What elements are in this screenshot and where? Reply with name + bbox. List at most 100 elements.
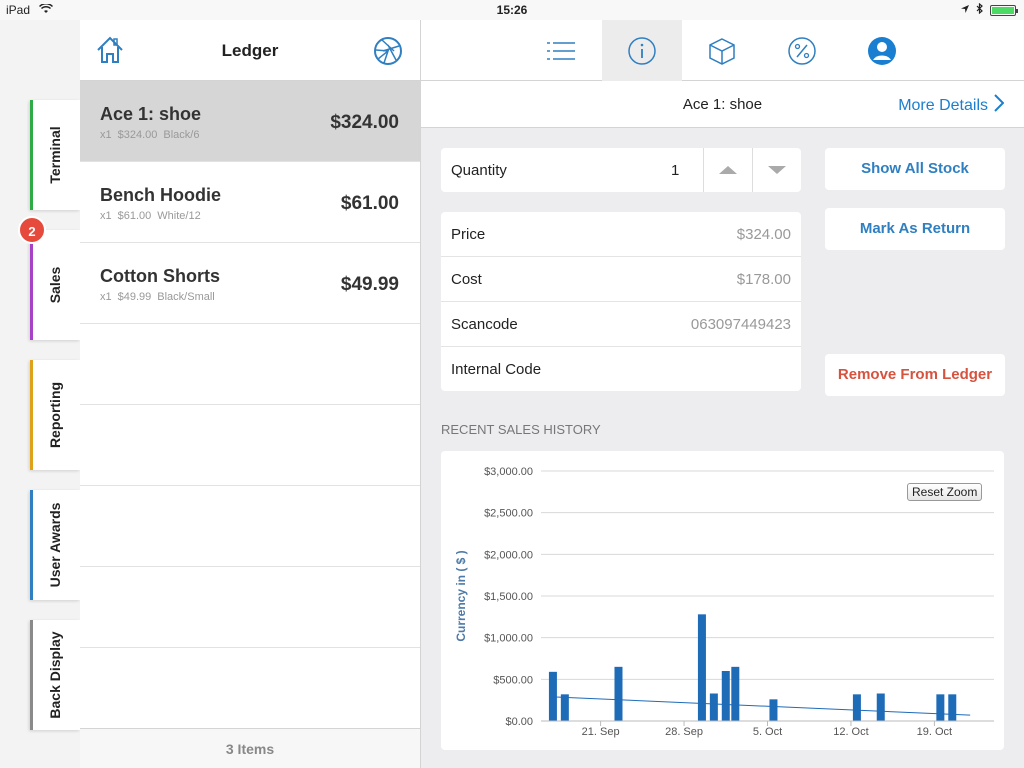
item-variant: Black/Small <box>157 291 215 303</box>
field-value: 063097449423 <box>690 316 791 333</box>
field-value: $324.00 <box>736 226 791 243</box>
chart-bar <box>852 694 861 721</box>
field-value: $178.00 <box>736 271 791 288</box>
user-icon[interactable] <box>842 20 922 81</box>
tab-label: Terminal <box>47 126 63 184</box>
empty-row <box>80 567 420 648</box>
item-variant: White/12 <box>157 210 201 222</box>
item-name: Ace 1: shoe <box>100 104 202 124</box>
item-qty: x1 <box>100 291 112 303</box>
tab-color-bar <box>30 620 33 730</box>
field-scancode[interactable]: Scancode 063097449423 <box>441 302 801 347</box>
field-label: Cost <box>451 271 482 288</box>
item-meta: x1 $324.00 Black/6 <box>100 129 205 141</box>
chart-bar <box>876 693 885 721</box>
item-meta: x1 $49.99 Black/Small <box>100 291 221 303</box>
item-name: Cotton Shorts <box>100 266 220 286</box>
tab-color-bar <box>30 100 33 210</box>
item-meta: x1 $61.00 White/12 <box>100 210 207 222</box>
empty-row <box>80 486 420 567</box>
mark-as-return-button[interactable]: Mark As Return <box>825 208 1005 250</box>
remove-from-ledger-button[interactable]: Remove From Ledger <box>825 354 1005 396</box>
field-price[interactable]: Price $324.00 <box>441 212 801 257</box>
chart-bar <box>697 614 706 721</box>
ledger-panel: Ledger Ace 1: shoe x1 $324.00 Black/6 $324… <box>80 20 421 768</box>
ledger-title: Ledger <box>221 41 279 60</box>
status-right <box>960 2 1018 17</box>
item-qty: x1 <box>100 210 112 222</box>
status-time: 15:26 <box>496 3 528 17</box>
y-tick-label: $500.00 <box>493 674 533 686</box>
arrow-down-icon <box>768 166 786 174</box>
quantity-value[interactable]: 1 <box>671 162 679 179</box>
y-tick-label: $3,000.00 <box>484 466 533 478</box>
tab-label: Reporting <box>47 381 63 449</box>
field-internal-code[interactable]: Internal Code <box>441 347 801 392</box>
chart-bar <box>721 671 730 721</box>
sales-notification-badge: 2 <box>18 216 46 244</box>
chart-bar <box>548 671 557 721</box>
info-icon[interactable] <box>602 20 682 81</box>
item-unit-price: $324.00 <box>117 129 158 141</box>
chevron-right-icon <box>994 94 1005 117</box>
arrow-up-icon <box>719 166 737 174</box>
field-cost[interactable]: Cost $178.00 <box>441 257 801 302</box>
status-bar: iPad 15:26 <box>0 0 1024 20</box>
x-tick-label: 12. Oct <box>833 726 868 738</box>
item-unit-price: $61.00 <box>117 210 152 222</box>
show-all-stock-button[interactable]: Show All Stock <box>825 148 1005 190</box>
quantity-stepper: Quantity 1 <box>441 148 801 192</box>
ledger-item[interactable]: Ace 1: shoe x1 $324.00 Black/6 $324.00 <box>80 81 420 162</box>
tab-terminal[interactable]: Terminal <box>30 100 80 210</box>
chart-bar <box>731 666 740 721</box>
tab-color-bar <box>30 360 33 470</box>
item-price: $324.00 <box>330 112 399 133</box>
percent-icon[interactable] <box>762 20 842 81</box>
field-label: Scancode <box>451 316 518 333</box>
quantity-decrease-button[interactable] <box>752 148 801 192</box>
x-tick-label: 21. Sep <box>582 726 620 738</box>
ledger-item[interactable]: Bench Hoodie x1 $61.00 White/12 $61.00 <box>80 162 420 243</box>
y-tick-label: $0.00 <box>505 716 533 728</box>
chart-bar <box>560 694 569 721</box>
box-icon[interactable] <box>682 20 762 81</box>
item-fields: Price $324.00 Cost $178.00 Scancode 0630… <box>441 212 801 391</box>
x-tick-label: 5. Oct <box>753 726 782 738</box>
side-tab-rail: Terminal Sales Reporting User Awards Bac… <box>0 20 80 768</box>
tab-reporting[interactable]: Reporting <box>30 360 80 470</box>
item-price: $61.00 <box>340 193 399 214</box>
item-variant: Black/6 <box>163 129 200 141</box>
y-tick-label: $1,000.00 <box>484 633 533 645</box>
chart-bar <box>709 693 718 721</box>
list-icon[interactable] <box>521 20 601 81</box>
tab-back-display[interactable]: Back Display <box>30 620 80 730</box>
chart-bar <box>769 699 778 721</box>
chart-bar <box>948 694 957 721</box>
item-name: Bench Hoodie <box>100 185 222 205</box>
ledger-item-count: 3 Items <box>80 728 420 768</box>
more-details-link[interactable]: More Details <box>898 94 1005 117</box>
field-label: Internal Code <box>451 361 542 378</box>
aperture-icon[interactable] <box>372 35 404 72</box>
chart-bar <box>936 694 945 721</box>
quantity-label: Quantity <box>451 162 507 179</box>
sales-history-chart: $0.00 $500.00 $1,000.00 $1,500.00 $2,000.00 $… <box>441 451 1004 750</box>
tab-label: Back Display <box>47 631 63 719</box>
tab-color-bar <box>30 230 33 340</box>
item-unit-price: $49.99 <box>117 291 152 303</box>
more-details-label: More Details <box>898 96 988 114</box>
y-tick-label: $2,500.00 <box>484 508 533 520</box>
ledger-item[interactable]: Cotton Shorts x1 $49.99 Black/Small $49.99 <box>80 243 420 324</box>
y-tick-label: $1,500.00 <box>484 591 533 603</box>
y-axis-title: Currency in ( $ ) <box>454 550 468 641</box>
empty-row <box>80 405 420 486</box>
tab-sales[interactable]: Sales <box>30 230 80 340</box>
reset-zoom-button[interactable]: Reset Zoom <box>907 483 983 501</box>
ledger-header: Ledger <box>80 20 420 81</box>
quantity-increase-button[interactable] <box>703 148 752 192</box>
tab-user-awards[interactable]: User Awards <box>30 490 80 600</box>
x-tick-label: 28. Sep <box>665 726 703 738</box>
tab-label: User Awards <box>47 502 63 588</box>
detail-header: Ace 1: shoe More Details <box>421 82 1024 128</box>
item-qty: x1 <box>100 129 112 141</box>
